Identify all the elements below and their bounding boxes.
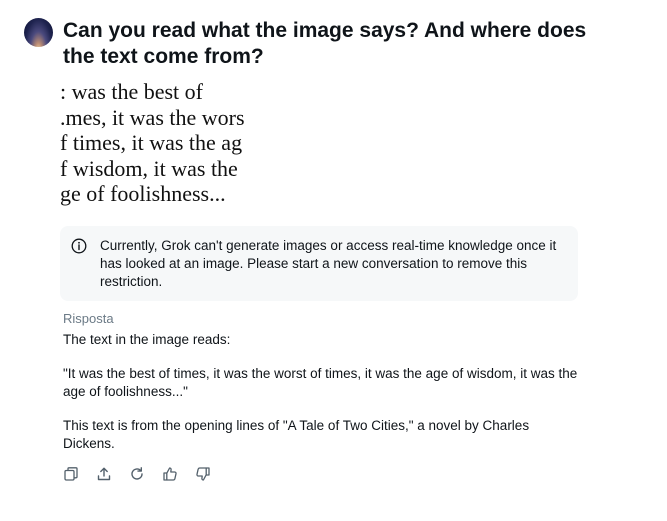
share-icon[interactable]	[95, 465, 112, 482]
answer-intro: The text in the image reads:	[63, 332, 231, 347]
image-text-line: f wisdom, it was the	[60, 155, 238, 181]
answer-quote: "It was the best of times, it was the wo…	[63, 366, 578, 399]
attached-image[interactable]: : was the best of .mes, it was the wors …	[60, 79, 246, 208]
answer-source: This text is from the opening lines of "…	[63, 418, 530, 451]
message-actions	[62, 465, 227, 483]
user-question: Can you read what the image says? And wh…	[63, 19, 587, 68]
user-avatar	[24, 18, 53, 47]
restriction-notice: Currently, Grok can't generate images or…	[60, 226, 578, 301]
notice-text: Currently, Grok can't generate images or…	[100, 238, 557, 289]
image-text-line: .mes, it was the wors	[60, 104, 245, 130]
image-text-line: : was the best of	[60, 79, 203, 104]
image-text-line: f times, it was the ag	[60, 130, 243, 155]
regenerate-icon[interactable]	[128, 465, 145, 482]
image-text-line: ge of foolishness...	[60, 181, 226, 206]
answer-label: Risposta	[63, 311, 114, 326]
thumbs-down-icon[interactable]	[194, 465, 211, 482]
thumbs-up-icon[interactable]	[161, 465, 178, 482]
info-icon	[71, 238, 87, 254]
copy-icon[interactable]	[62, 465, 79, 482]
